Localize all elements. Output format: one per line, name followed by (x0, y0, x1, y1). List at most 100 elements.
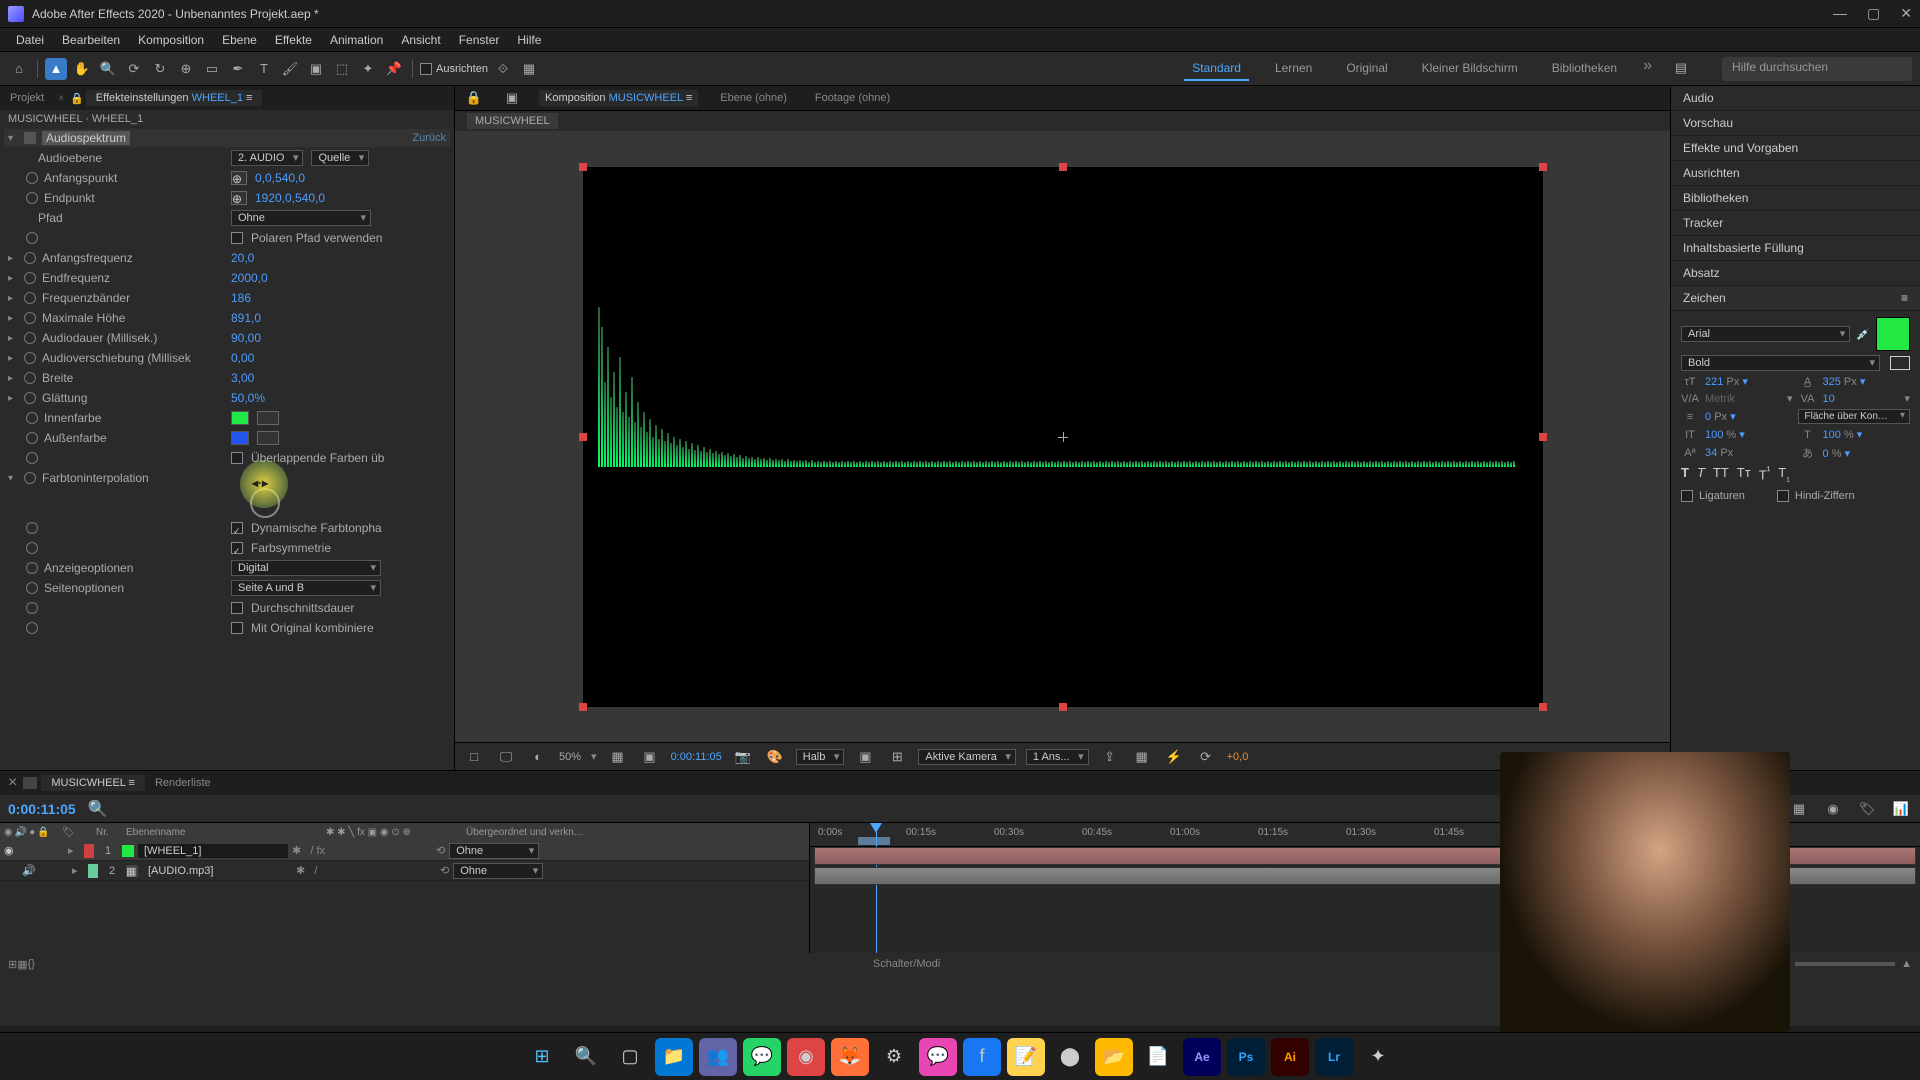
toggle-switches-icon[interactable]: ⊞ (8, 958, 17, 971)
share-icon[interactable]: ⇪ (1099, 746, 1121, 768)
rotate-tool-icon[interactable]: ↻ (149, 58, 171, 80)
exposure-value[interactable]: +0,0 (1227, 751, 1249, 763)
stopwatch-icon[interactable] (24, 332, 36, 344)
quelle-dropdown[interactable]: Quelle (311, 150, 369, 166)
menu-fenster[interactable]: Fenster (451, 31, 508, 49)
stopwatch-icon[interactable] (26, 622, 38, 634)
dynfarb-checkbox[interactable] (231, 522, 243, 534)
lock-icon[interactable]: 🔒 (463, 87, 485, 109)
menu-komposition[interactable]: Komposition (130, 31, 212, 49)
grid-icon[interactable]: ⊞ (886, 746, 908, 768)
innenfarbe-swatch[interactable] (231, 411, 249, 425)
stroke-color-swatch[interactable] (1890, 356, 1910, 370)
playhead[interactable] (876, 823, 877, 953)
audioebene-dropdown[interactable]: 2. AUDIO (231, 150, 303, 166)
stopwatch-icon[interactable] (26, 542, 38, 554)
notepad-icon[interactable]: 📄 (1139, 1038, 1177, 1076)
crosshair-icon[interactable]: ⊕ (231, 191, 247, 205)
lock-col-icon[interactable]: 🔒 (37, 827, 49, 838)
stopwatch-icon[interactable] (24, 272, 36, 284)
smallcaps-button[interactable]: Tᴛ (1737, 465, 1751, 484)
views-dropdown[interactable]: 1 Ans... (1026, 749, 1089, 765)
camera-dropdown[interactable]: Aktive Kamera (918, 749, 1016, 765)
stopwatch-icon[interactable] (26, 522, 38, 534)
crosshair-icon[interactable]: ⊕ (231, 171, 247, 185)
timeline-tab-musicwheel[interactable]: MUSICWHEEL ≡ (41, 775, 145, 791)
comp-tab-ebene[interactable]: Ebene (ohne) (714, 90, 793, 106)
stopwatch-icon[interactable] (26, 582, 38, 594)
breite-value[interactable]: 3,00 (231, 371, 254, 385)
selection-tool-icon[interactable]: ▲ (45, 58, 67, 80)
speaker-col-icon[interactable]: 🔊 (15, 827, 27, 838)
toggle-braces-icon[interactable]: {} (28, 958, 35, 970)
monitor-icon[interactable]: 🖵 (495, 746, 517, 768)
stopwatch-icon[interactable] (26, 602, 38, 614)
firefox-icon[interactable]: 🦊 (831, 1038, 869, 1076)
endfreq-value[interactable]: 2000,0 (231, 271, 268, 285)
minimize-button[interactable]: — (1833, 5, 1847, 22)
workspace-standard[interactable]: Standard (1184, 57, 1249, 81)
fast-icon[interactable]: ⚡ (1163, 746, 1185, 768)
tsume-value[interactable]: 0 % ▾ (1823, 447, 1911, 460)
stopwatch-icon[interactable] (26, 562, 38, 574)
zoom-tool-icon[interactable]: 🔍 (97, 58, 119, 80)
menu-datei[interactable]: Datei (8, 31, 52, 49)
allcaps-button[interactable]: TT (1713, 465, 1729, 484)
ligaturen-checkbox[interactable] (1681, 490, 1693, 502)
farbsymm-checkbox[interactable] (231, 542, 243, 554)
start-icon[interactable]: ⊞ (523, 1038, 561, 1076)
panel-bibliotheken[interactable]: Bibliotheken (1671, 186, 1920, 211)
kerning-value[interactable]: Metrik (1705, 393, 1781, 405)
menu-ansicht[interactable]: Ansicht (393, 31, 448, 49)
parent-dropdown-1[interactable]: Ohne (449, 843, 539, 859)
brush-tool-icon[interactable]: 🖌 (279, 58, 301, 80)
project-tab[interactable]: Projekt (0, 90, 54, 106)
seitenopt-dropdown[interactable]: Seite A und B (231, 580, 381, 596)
ueberlappend-checkbox[interactable] (231, 452, 243, 464)
frame-blend-icon[interactable]: ▦ (1788, 798, 1810, 820)
subscript-button[interactable]: T₁ (1778, 465, 1790, 484)
close-button[interactable]: ✕ (1900, 5, 1912, 22)
layer-row-2[interactable]: 🔊 ▸ 2 ▦ [AUDIO.mp3] ✱ / ⟲ Ohne (0, 861, 809, 881)
eyedropper-icon[interactable]: 💉 (1856, 328, 1870, 341)
notes-icon[interactable]: 📝 (1007, 1038, 1045, 1076)
toggle-modes-icon[interactable]: ▦ (17, 958, 27, 971)
menu-animation[interactable]: Animation (322, 31, 391, 49)
leading-value[interactable]: 325 Px ▾ (1823, 375, 1911, 388)
tracking-value[interactable]: 10 (1823, 393, 1899, 405)
messenger-icon[interactable]: 💬 (919, 1038, 957, 1076)
stopwatch-icon[interactable] (26, 232, 38, 244)
shape-tool-icon[interactable]: ▭ (201, 58, 223, 80)
toggle-icon[interactable]: ▣ (854, 746, 876, 768)
menu-hilfe[interactable]: Hilfe (509, 31, 549, 49)
proportional-icon[interactable]: ▦ (518, 58, 540, 80)
panel-absatz[interactable]: Absatz (1671, 261, 1920, 286)
stopwatch-icon[interactable] (24, 372, 36, 384)
clone-tool-icon[interactable]: ▣ (305, 58, 327, 80)
zoom-in-icon[interactable]: ▲ (1901, 958, 1912, 970)
explorer-icon[interactable]: 📁 (655, 1038, 693, 1076)
stopwatch-icon[interactable] (24, 392, 36, 404)
timeline-timecode[interactable]: 0:00:11:05 (8, 801, 76, 817)
pfad-dropdown[interactable]: Ohne (231, 210, 371, 226)
app2-icon[interactable]: ⚙ (875, 1038, 913, 1076)
teams-icon[interactable]: 👥 (699, 1038, 737, 1076)
home-tool-icon[interactable]: ⌂ (8, 58, 30, 80)
timeline-tab-render[interactable]: Renderliste (145, 775, 221, 791)
facebook-icon[interactable]: f (963, 1038, 1001, 1076)
stopwatch-icon[interactable] (24, 312, 36, 324)
bold-button[interactable]: T (1681, 465, 1689, 484)
effect-settings-tab[interactable]: Effekteinstellungen WHEEL_1 ≡ (86, 90, 263, 106)
endpunkt-value[interactable]: 1920,0,540,0 (255, 191, 325, 205)
puppet-tool-icon[interactable]: 📌 (383, 58, 405, 80)
solo-col-icon[interactable]: ● (29, 827, 35, 838)
filloption-dropdown[interactable]: Fläche über Kon… (1798, 409, 1911, 424)
stopwatch-icon[interactable] (26, 412, 38, 424)
maxhoehe-value[interactable]: 891,0 (231, 311, 261, 325)
align-checkbox[interactable] (420, 63, 432, 75)
workspace-overflow-icon[interactable]: » (1643, 57, 1652, 81)
aussenfarbe-swatch[interactable] (231, 431, 249, 445)
eye-col-icon[interactable]: ◉ (4, 827, 13, 838)
maximize-button[interactable]: ▢ (1867, 5, 1880, 22)
panel-ausrichten[interactable]: Ausrichten (1671, 161, 1920, 186)
